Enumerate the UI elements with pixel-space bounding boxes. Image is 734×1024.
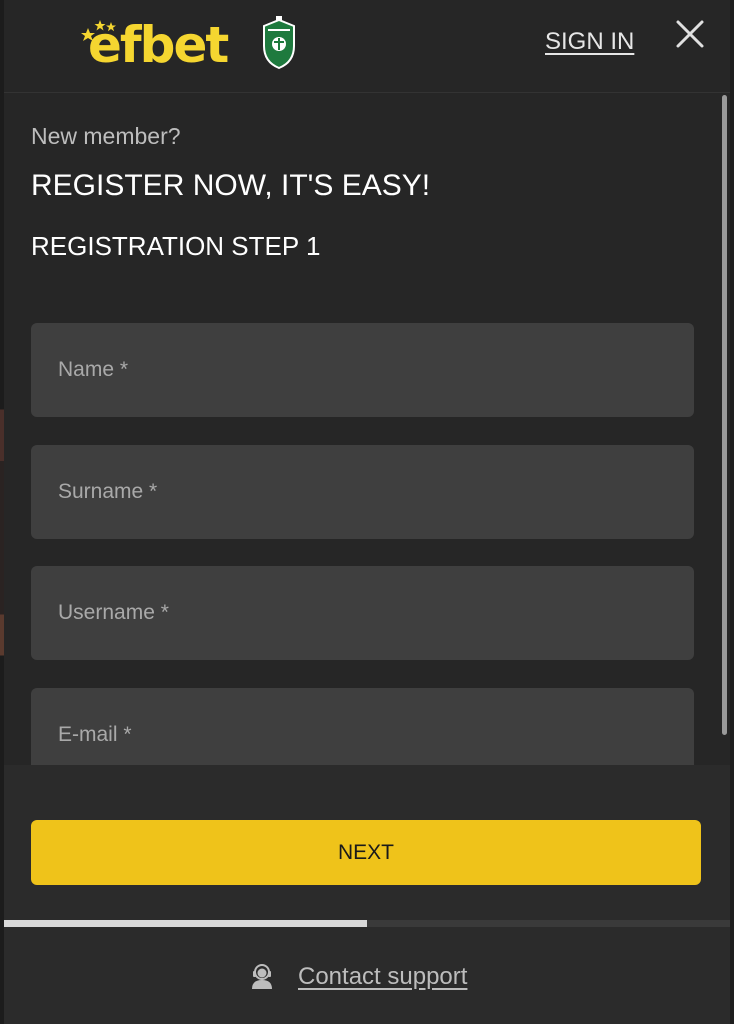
modal-header: efbet SIGN IN [4, 0, 730, 93]
close-icon[interactable] [672, 16, 708, 52]
club-crest-icon [263, 16, 295, 70]
contact-support-link[interactable]: Contact support [298, 963, 467, 991]
registration-progress [4, 920, 730, 927]
background-page-edge-right [730, 0, 734, 1024]
sign-in-link[interactable]: SIGN IN [545, 28, 634, 56]
next-button[interactable]: NEXT [31, 820, 701, 885]
name-field[interactable] [31, 323, 694, 417]
surname-input[interactable] [31, 445, 694, 539]
email-input[interactable] [31, 688, 694, 765]
form-actions: NEXT [4, 765, 730, 920]
email-field[interactable] [31, 688, 694, 765]
surname-field[interactable] [31, 445, 694, 539]
scrollbar-thumb[interactable] [722, 95, 727, 735]
step-heading: REGISTRATION STEP 1 [31, 231, 321, 261]
name-input[interactable] [31, 323, 694, 417]
progress-fill [4, 920, 367, 927]
new-member-label: New member? [31, 123, 181, 149]
registration-modal: efbet SIGN IN New member? REGISTER NOW, … [0, 0, 734, 1024]
form-scrollbar[interactable] [720, 93, 730, 765]
username-field[interactable] [31, 566, 694, 660]
logo-wordmark: efbet [88, 16, 229, 74]
register-heading: REGISTER NOW, IT'S EASY! [31, 169, 431, 202]
support-section: Contact support [4, 927, 730, 1024]
efbet-logo[interactable]: efbet [78, 14, 308, 74]
support-agent-icon [252, 964, 272, 989]
username-input[interactable] [31, 566, 694, 660]
registration-form: New member? REGISTER NOW, IT'S EASY! REG… [4, 93, 720, 765]
